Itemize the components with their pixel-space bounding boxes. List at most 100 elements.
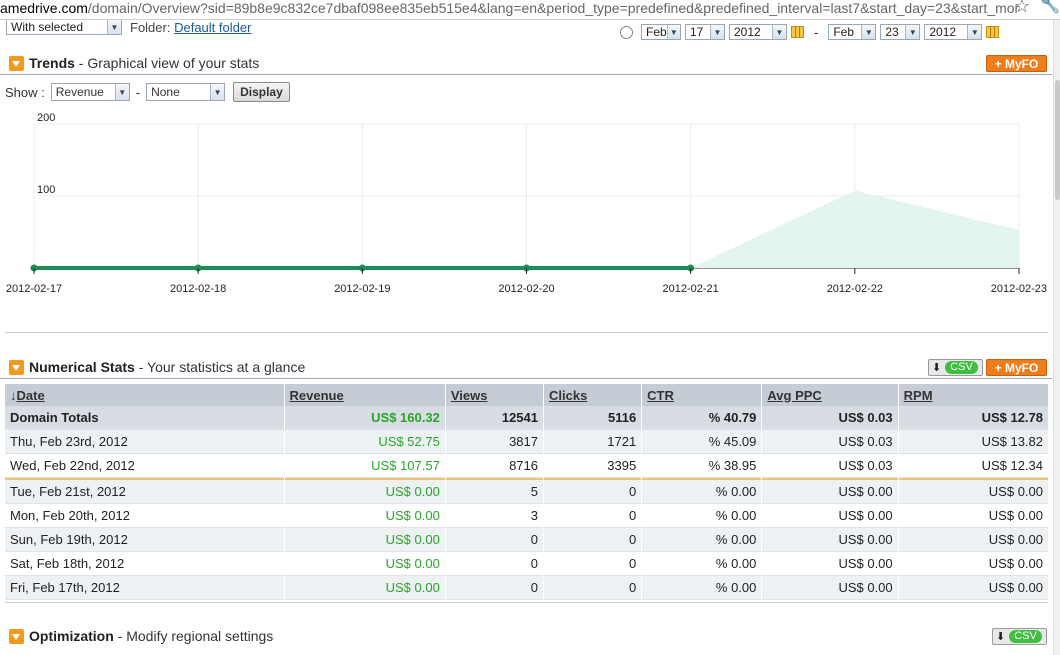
x-tick-label: 2012-02-23: [991, 283, 1047, 295]
col-date-link[interactable]: Date: [17, 388, 45, 403]
trends-subtitle: - Graphical view of your stats: [78, 55, 260, 71]
folder-info: Folder: Default folder: [130, 20, 251, 35]
metric2-select[interactable]: None ▼: [146, 83, 226, 101]
table-row: Mon, Feb 20th, 2012 US$ 0.00 3 0% 0.00 US$ 0…: [5, 504, 1048, 528]
wrench-icon[interactable]: 🔧: [1040, 0, 1060, 14]
col-avg-ppc-link[interactable]: Avg PPC: [767, 388, 821, 403]
cell-ctr: % 45.09: [642, 430, 762, 454]
with-selected-select[interactable]: With selected ▼: [6, 20, 122, 35]
display-button[interactable]: Display: [233, 82, 290, 102]
section-divider: [5, 602, 1048, 603]
col-clicks[interactable]: Clicks: [544, 384, 642, 406]
y-tick-label: 200: [37, 112, 55, 124]
col-views-link[interactable]: Views: [451, 388, 488, 403]
collapse-toggle-icon[interactable]: [9, 360, 24, 375]
address-bar[interactable]: amedrive.com/domain/Overview?sid=89b8e9c…: [0, 0, 1060, 20]
totals-cell-rpm: US$ 12.78: [898, 406, 1048, 430]
show-controls: Show : Revenue ▼ - None ▼ Display: [5, 82, 290, 102]
col-views[interactable]: Views: [445, 384, 543, 406]
col-revenue[interactable]: Revenue: [284, 384, 445, 406]
chevron-down-icon: ▼: [905, 25, 920, 39]
collapse-toggle-icon[interactable]: [9, 629, 24, 644]
table-row: Wed, Feb 22nd, 2012 US$ 107.57 8716 3395% 3…: [5, 454, 1048, 478]
date-separator: -: [814, 24, 819, 40]
calendar-icon[interactable]: [791, 26, 804, 38]
custom-range-radio[interactable]: [620, 25, 633, 39]
from-year-select[interactable]: 2012 ▼: [729, 24, 787, 40]
cell-date: Mon, Feb 20th, 2012: [5, 504, 284, 528]
x-tick-label: 2012-02-20: [498, 283, 554, 295]
x-tick-label: 2012-02-21: [663, 283, 719, 295]
bookmark-star-icon[interactable]: ☆: [1014, 0, 1030, 15]
numerical-myfo-button[interactable]: + MyFO: [986, 359, 1047, 376]
totals-row: Domain Totals US$ 160.32 12541 5116% 40.79 U…: [5, 406, 1048, 430]
table-row: Sat, Feb 18th, 2012 US$ 0.00 0 0% 0.00 US$ 0…: [5, 552, 1048, 576]
trends-title-text: Trends: [29, 55, 75, 71]
cell-date: Tue, Feb 21st, 2012: [5, 478, 284, 504]
cell-clicks: 3395: [544, 454, 642, 478]
chevron-down-icon: ▼: [967, 25, 982, 39]
page-scrollbar[interactable]: [1053, 20, 1060, 655]
totals-cell-views: 12541: [445, 406, 543, 430]
cell-views: 8716: [445, 454, 543, 478]
cell-date: Fri, Feb 17th, 2012: [5, 576, 284, 600]
col-rpm-link[interactable]: RPM: [904, 388, 933, 403]
y-tick-label: 100: [37, 184, 55, 196]
optimization-title: Optimization - Modify regional settings: [29, 628, 273, 644]
cell-rpm: US$ 0.00: [898, 552, 1048, 576]
cell-rpm: US$ 0.00: [898, 478, 1048, 504]
from-month-select[interactable]: Feb ▼: [641, 24, 681, 40]
chevron-down-icon: ▼: [107, 20, 121, 34]
numerical-title: Numerical Stats - Your statistics at a g…: [29, 359, 305, 375]
trends-myfo-button[interactable]: + MyFO: [986, 55, 1047, 72]
x-tick-label: 2012-02-17: [6, 283, 62, 295]
with-selected-value: With selected: [11, 20, 84, 34]
cell-revenue: US$ 0.00: [284, 478, 445, 504]
metric2-value: None: [151, 85, 180, 99]
default-folder-link[interactable]: Default folder: [174, 20, 251, 35]
table-row: Sun, Feb 19th, 2012 US$ 0.00 0 0% 0.00 US$ 0…: [5, 528, 1048, 552]
cell-avg-ppc: US$ 0.00: [762, 478, 898, 504]
cell-date: Sat, Feb 18th, 2012: [5, 552, 284, 576]
to-year-select[interactable]: 2012 ▼: [924, 24, 983, 40]
cell-ctr: % 0.00: [642, 576, 762, 600]
col-ctr[interactable]: CTR: [642, 384, 762, 406]
cell-date: Thu, Feb 23rd, 2012: [5, 430, 284, 454]
scrollbar-thumb[interactable]: [1055, 80, 1060, 200]
chevron-down-icon: ▼: [710, 25, 724, 39]
to-day-select[interactable]: 23 ▼: [880, 24, 921, 40]
numerical-csv-button[interactable]: ⬇ CSV: [928, 359, 983, 376]
to-month-select[interactable]: Feb ▼: [828, 24, 877, 40]
to-year-value: 2012: [929, 25, 957, 39]
optimization-csv-button[interactable]: ⬇ CSV: [992, 628, 1047, 645]
col-date[interactable]: ↓Date: [5, 384, 284, 406]
cell-views: 3817: [445, 430, 543, 454]
col-revenue-link[interactable]: Revenue: [290, 388, 344, 403]
cell-ctr: % 0.00: [642, 478, 762, 504]
col-ctr-link[interactable]: CTR: [647, 388, 674, 403]
show-dash: -: [135, 84, 141, 100]
cell-revenue: US$ 0.00: [284, 552, 445, 576]
cell-views: 0: [445, 528, 543, 552]
trends-title: Trends - Graphical view of your stats: [29, 55, 259, 71]
collapse-toggle-icon[interactable]: [9, 56, 24, 71]
calendar-icon[interactable]: [986, 26, 1000, 38]
cell-revenue: US$ 107.57: [284, 454, 445, 478]
col-rpm[interactable]: RPM: [898, 384, 1048, 406]
col-avg-ppc[interactable]: Avg PPC: [762, 384, 898, 406]
numerical-subtitle: - Your statistics at a glance: [138, 359, 306, 375]
col-clicks-link[interactable]: Clicks: [549, 388, 587, 403]
download-arrow-icon: ⬇: [996, 631, 1006, 643]
cell-ctr: % 0.00: [642, 504, 762, 528]
url-path: /domain/Overview?sid=89b8e9c832ce7dbaf09…: [87, 0, 1020, 16]
totals-cell-date: Domain Totals: [5, 406, 284, 430]
cell-views: 0: [445, 576, 543, 600]
chevron-down-icon: ▼: [666, 25, 680, 39]
metric1-select[interactable]: Revenue ▼: [50, 83, 130, 101]
cell-avg-ppc: US$ 0.00: [762, 576, 898, 600]
from-day-value: 17: [690, 25, 704, 39]
from-day-select[interactable]: 17 ▼: [685, 24, 725, 40]
metric1-value: Revenue: [55, 85, 104, 99]
totals-cell-avg-ppc: US$ 0.03: [762, 406, 898, 430]
numerical-header: Numerical Stats - Your statistics at a g…: [0, 356, 1052, 379]
